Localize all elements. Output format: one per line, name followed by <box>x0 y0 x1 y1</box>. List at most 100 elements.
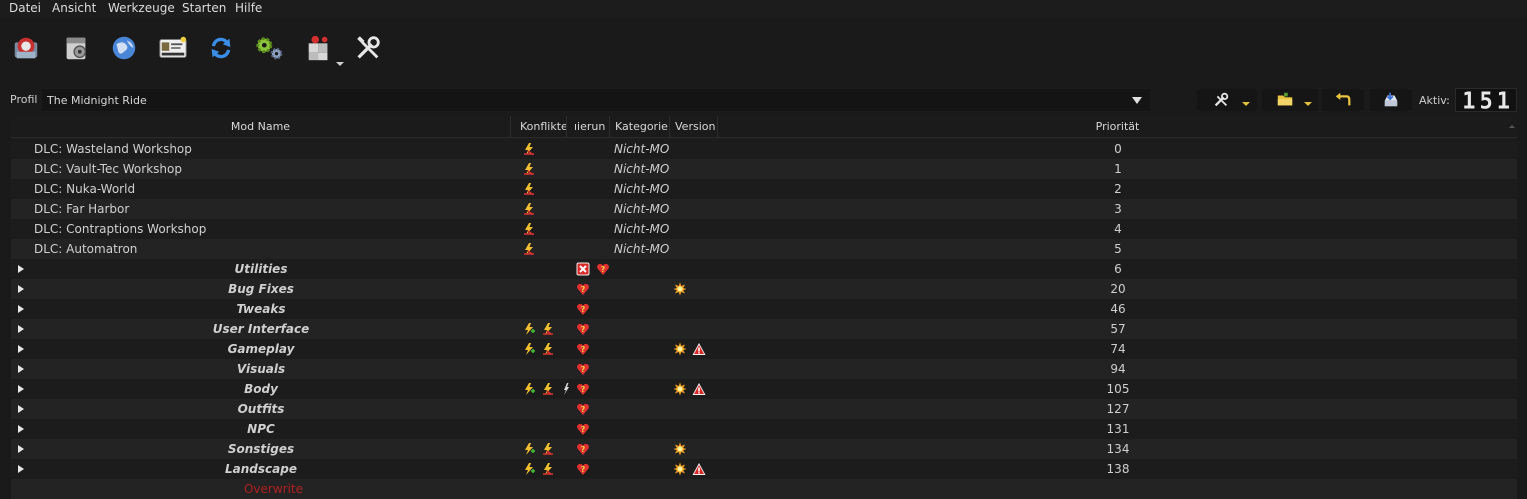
table-header: Mod Name Konflikte ıierun Kategorie Vers… <box>11 116 1517 138</box>
install-mod-icon <box>14 37 38 59</box>
separator-row[interactable]: Sonstiges? 134 <box>11 439 1517 459</box>
nexus-icon <box>66 37 87 60</box>
settings-button[interactable] <box>253 32 285 64</box>
notes-heart-icon: ? <box>576 402 590 416</box>
overwrite-row[interactable]: Overwrite <box>11 479 1517 499</box>
browser-button[interactable] <box>108 32 140 64</box>
mod-priority: 4 <box>1114 222 1122 236</box>
gears-icon <box>256 37 283 60</box>
menu-hilfe[interactable]: Hilfe <box>235 1 262 15</box>
svg-text:?: ? <box>581 385 586 394</box>
tools-dropdown-arrow-icon[interactable] <box>336 62 344 66</box>
mod-priority: 74 <box>1110 342 1126 356</box>
tools-menu-button[interactable] <box>303 32 335 64</box>
table-row[interactable]: DLC: Wasteland Workshop Nicht-MO 0 <box>11 139 1517 159</box>
separator-row[interactable]: Body? 105 <box>11 379 1517 399</box>
mod-category: Nicht-MO <box>614 162 670 176</box>
profile-select[interactable]: The Midnight Ride <box>42 89 1150 111</box>
table-row[interactable]: DLC: Contraptions Workshop Nicht-MO 4 <box>11 219 1517 239</box>
menu-ansicht[interactable]: Ansicht <box>52 1 96 15</box>
svg-text:?: ? <box>581 285 586 294</box>
separator-row[interactable]: Landscape? 138 <box>11 459 1517 479</box>
wrench-button[interactable] <box>352 32 384 64</box>
table-row[interactable]: DLC: Automatron Nicht-MO 5 <box>11 239 1517 259</box>
separator-row[interactable]: Utilities? 6 <box>11 259 1517 279</box>
separator-row[interactable]: NPC? 131 <box>11 419 1517 439</box>
column-flags[interactable]: ıierun <box>567 116 610 138</box>
globe-icon <box>112 36 136 60</box>
menu-werkzeuge[interactable]: Werkzeuge <box>108 1 175 15</box>
mod-priority: 127 <box>1106 402 1130 416</box>
overwritten-conflict-icon <box>522 182 536 196</box>
update-available-icon <box>673 382 687 396</box>
notes-heart-icon: ? <box>576 382 590 396</box>
mod-priority: 57 <box>1110 322 1126 336</box>
profile-tools-button[interactable] <box>1197 89 1257 111</box>
redundant-conflict-icon <box>559 382 573 396</box>
svg-text:?: ? <box>581 445 586 454</box>
separator-name: User Interface <box>212 322 310 336</box>
overwritten-conflict-icon <box>522 202 536 216</box>
restore-backup-button[interactable] <box>1322 89 1364 111</box>
separator-row[interactable]: Bug Fixes? 20 <box>11 279 1517 299</box>
install-mod-button[interactable] <box>10 32 42 64</box>
mod-priority: 6 <box>1114 262 1122 276</box>
separator-name: Sonstiges <box>227 442 295 456</box>
svg-text:?: ? <box>581 405 586 414</box>
separator-row[interactable]: Gameplay? 74 <box>11 339 1517 359</box>
refresh-button[interactable] <box>205 32 237 64</box>
menu-starten[interactable]: Starten <box>182 1 226 15</box>
mod-priority: 20 <box>1110 282 1126 296</box>
table-row[interactable]: DLC: Far Harbor Nicht-MO 3 <box>11 199 1517 219</box>
column-priority[interactable]: Priorität <box>718 116 1517 138</box>
table-row[interactable]: DLC: Vault-Tec Workshop Nicht-MO 1 <box>11 159 1517 179</box>
svg-text:?: ? <box>581 305 586 314</box>
mod-priority: 134 <box>1106 442 1130 456</box>
column-conflicts[interactable]: Konflikte <box>511 116 567 138</box>
backup-button[interactable] <box>1370 89 1412 111</box>
overwrites-conflict-icon <box>522 342 536 356</box>
update-available-icon <box>673 342 687 356</box>
menu-datei[interactable]: Datei <box>9 1 41 15</box>
separator-row[interactable]: Visuals? 94 <box>11 359 1517 379</box>
notes-heart-icon: ? <box>576 302 590 316</box>
column-mod-name[interactable]: Mod Name <box>11 116 511 138</box>
mod-priority: 1 <box>1114 162 1122 176</box>
column-category[interactable]: Kategorie <box>610 116 670 138</box>
overwrites-conflict-icon <box>522 442 536 456</box>
undo-icon <box>1335 92 1351 106</box>
mod-priority: 5 <box>1114 242 1122 256</box>
open-folder-button[interactable] <box>1262 89 1318 111</box>
separator-row[interactable]: Tweaks? 46 <box>11 299 1517 319</box>
separator-name: Outfits <box>237 402 285 416</box>
folder-dropdown-icon[interactable] <box>1304 102 1312 106</box>
tools-icon <box>1214 92 1229 107</box>
mod-priority: 0 <box>1114 142 1122 156</box>
mod-name: DLC: Vault-Tec Workshop <box>34 162 182 176</box>
separator-row[interactable]: User Interface? 57 <box>11 319 1517 339</box>
mod-priority: 2 <box>1114 182 1122 196</box>
update-available-icon <box>673 282 687 296</box>
column-version[interactable]: Version <box>670 116 718 138</box>
notes-heart-icon: ? <box>576 322 590 336</box>
notes-heart-icon: ? <box>596 262 610 276</box>
active-count-value: 151 <box>1462 88 1514 115</box>
separator-row[interactable]: Outfits? 127 <box>11 399 1517 419</box>
nexus-button[interactable] <box>60 32 92 64</box>
refresh-icon <box>211 37 231 59</box>
notes-heart-icon: ? <box>576 422 590 436</box>
mod-priority: 131 <box>1106 422 1130 436</box>
warning-icon <box>692 382 706 396</box>
mod-priority: 46 <box>1110 302 1126 316</box>
overwritten-conflict-icon <box>541 342 555 356</box>
mod-category: Nicht-MO <box>614 182 670 196</box>
overwritten-conflict-icon <box>522 162 536 176</box>
warning-icon <box>692 342 706 356</box>
svg-text:?: ? <box>581 325 586 334</box>
profiles-button[interactable] <box>157 32 189 64</box>
mod-list-table[interactable]: Mod Name Konflikte ıierun Kategorie Vers… <box>11 116 1517 499</box>
table-row[interactable]: DLC: Nuka-World Nicht-MO 2 <box>11 179 1517 199</box>
mod-priority: 138 <box>1106 462 1130 476</box>
tools-dropdown-icon[interactable] <box>1242 102 1250 106</box>
error-icon <box>576 262 590 276</box>
